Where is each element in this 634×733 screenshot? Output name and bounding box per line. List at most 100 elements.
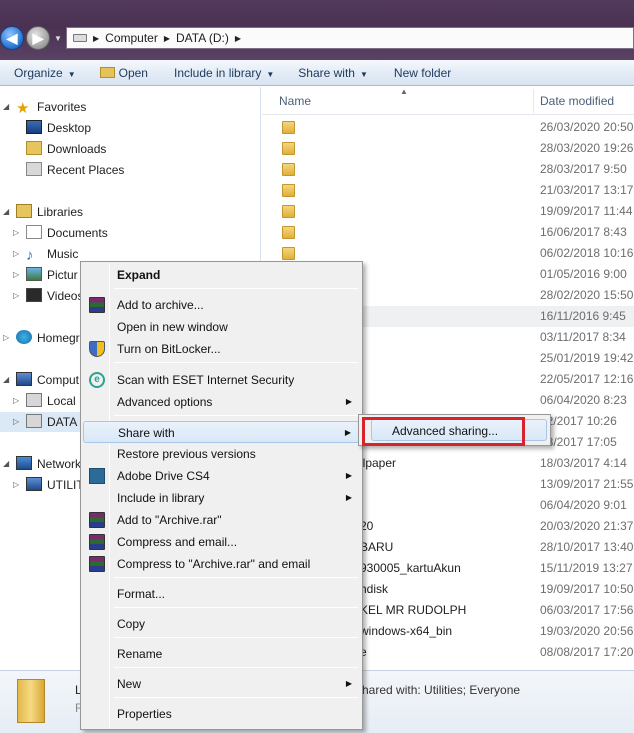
menu-label: Copy [117, 617, 146, 631]
file-date-modified: 15/11/2019 13:27 [540, 561, 633, 575]
file-row[interactable]: 21/03/2017 13:17 [262, 180, 634, 201]
menu-item-scan-eset[interactable]: e Scan with ESET Internet Security [83, 369, 360, 391]
menu-item-add-to-archive[interactable]: Add to archive... [83, 294, 360, 316]
menu-item-new[interactable]: New ▶ [83, 673, 360, 695]
expanded-arrow-icon[interactable]: ◢ [3, 202, 9, 222]
breadcrumb-chevron-icon[interactable]: ▶ [164, 34, 170, 43]
nav-utilities[interactable]: ▷ UTILIT [13, 475, 84, 495]
expanded-arrow-icon[interactable]: ◢ [3, 454, 9, 474]
file-name: BARU [360, 540, 394, 554]
collapsed-arrow-icon[interactable]: ▷ [13, 244, 19, 264]
music-note-icon: ♪ [26, 247, 34, 264]
back-button[interactable]: ◀ [0, 26, 24, 50]
nav-label: DATA [47, 415, 78, 429]
nav-homegroup[interactable]: ▷ Homegr [3, 328, 80, 348]
nav-videos[interactable]: ▷ Videos [13, 286, 83, 306]
pictures-icon [26, 267, 42, 281]
expanded-arrow-icon[interactable]: ◢ [3, 97, 9, 117]
nav-network[interactable]: ◢ Network [3, 454, 81, 474]
menu-item-include-in-library[interactable]: Include in library ▶ [83, 487, 360, 509]
menu-item-expand[interactable]: Expand [83, 264, 360, 286]
open-button[interactable]: Open [94, 60, 154, 86]
nav-computer[interactable]: ◢ Comput [3, 370, 79, 390]
nav-label: Libraries [37, 205, 84, 219]
command-bar: Organize ▼ Open Include in library ▼ Share… [0, 60, 634, 86]
menu-label: Format... [117, 587, 166, 601]
submenu-arrow-icon: ▶ [345, 471, 352, 480]
file-date-modified: 08/08/2017 17:20 [540, 645, 634, 659]
new-folder-button[interactable]: New folder [388, 60, 457, 86]
nav-downloads[interactable]: Downloads [26, 139, 106, 159]
nav-local-disk[interactable]: ▷ Local I [13, 391, 83, 411]
nav-music[interactable]: ▷ ♪ Music [13, 244, 78, 264]
menu-item-rename[interactable]: Rename [83, 643, 360, 665]
menu-label: New [117, 677, 142, 691]
collapsed-arrow-icon[interactable]: ▷ [13, 265, 19, 285]
expanded-arrow-icon[interactable]: ◢ [3, 370, 9, 390]
menu-item-adobe-drive[interactable]: Adobe Drive CS4 ▶ [83, 465, 360, 487]
menu-label: Open in new window [117, 320, 228, 334]
breadcrumb-data-drive[interactable]: DATA (D:) [176, 31, 229, 45]
breadcrumb-computer[interactable]: Computer [105, 31, 158, 45]
forward-button[interactable]: ▶ [26, 26, 50, 50]
drive-icon [73, 34, 87, 42]
file-row[interactable]: 28/03/2017 9:50 [262, 159, 634, 180]
videos-icon [26, 288, 42, 302]
menu-item-advanced-options[interactable]: Advanced options ▶ [83, 391, 360, 413]
menu-item-restore-previous[interactable]: Restore previous versions [83, 443, 360, 465]
file-date-modified: 20/03/2020 21:37 [540, 519, 634, 533]
collapsed-arrow-icon[interactable]: ▷ [13, 286, 19, 306]
sort-ascending-icon: ▲ [400, 87, 408, 96]
collapsed-arrow-icon[interactable]: ▷ [13, 412, 19, 432]
file-name: hdisk [360, 582, 389, 596]
menu-item-open-new-window[interactable]: Open in new window [83, 316, 360, 338]
folder-open-icon [99, 66, 115, 78]
file-row[interactable]: 26/03/2020 20:50 [262, 117, 634, 138]
menu-item-copy[interactable]: Copy [83, 613, 360, 635]
include-in-library-button[interactable]: Include in library ▼ [168, 60, 280, 86]
menu-item-properties[interactable]: Properties [83, 703, 360, 725]
breadcrumb-chevron-icon[interactable]: ▶ [235, 34, 241, 43]
menu-item-compress-email[interactable]: Compress and email... [83, 531, 360, 553]
file-date-modified: 01/05/2016 9:00 [540, 267, 627, 281]
documents-icon [26, 225, 42, 239]
collapsed-arrow-icon[interactable]: ▷ [3, 328, 9, 348]
column-divider[interactable] [533, 89, 534, 113]
file-date-modified: 16/11/2016 9:45 [540, 309, 626, 323]
share-with-button[interactable]: Share with ▼ [292, 60, 374, 86]
eset-icon: e [89, 372, 105, 388]
menu-item-share-with[interactable]: Share with ▶ [83, 421, 360, 443]
nav-favorites[interactable]: ◢ ★ Favorites [3, 97, 86, 117]
column-name[interactable]: Name [279, 94, 311, 108]
nav-recent-places[interactable]: Recent Places [26, 160, 124, 180]
nav-data-drive[interactable]: ▷ DATA [13, 412, 78, 432]
menu-separator [114, 697, 358, 698]
collapsed-arrow-icon[interactable]: ▷ [13, 475, 19, 495]
menu-label: Properties [117, 707, 172, 721]
highlight-annotation-box [362, 417, 525, 446]
address-field[interactable]: ▶ Computer ▶ DATA (D:) ▶ [66, 27, 634, 49]
nav-libraries[interactable]: ◢ Libraries [3, 202, 84, 222]
nav-label: Local I [47, 394, 83, 408]
file-date-modified: 28/03/2020 19:26 [540, 141, 634, 155]
file-row[interactable]: 16/06/2017 8:43 [262, 222, 634, 243]
network-icon [16, 456, 32, 470]
computer-icon [26, 477, 42, 491]
breadcrumb-chevron-icon[interactable]: ▶ [93, 34, 99, 43]
file-row[interactable]: 28/03/2020 19:26 [262, 138, 634, 159]
file-row[interactable]: 19/09/2017 11:44 [262, 201, 634, 222]
folder-large-icon [17, 679, 45, 723]
file-date-modified: 18/03/2017 4:14 [540, 456, 627, 470]
nav-desktop[interactable]: Desktop [26, 118, 91, 138]
menu-item-add-to-archive-rar[interactable]: Add to "Archive.rar" [83, 509, 360, 531]
menu-item-format[interactable]: Format... [83, 583, 360, 605]
nav-pictures[interactable]: ▷ Pictur [13, 265, 78, 285]
menu-item-compress-rar-email[interactable]: Compress to "Archive.rar" and email [83, 553, 360, 575]
column-date-modified[interactable]: Date modified [540, 94, 614, 108]
organize-button[interactable]: Organize ▼ [8, 60, 82, 86]
menu-item-turn-on-bitlocker[interactable]: Turn on BitLocker... [83, 338, 360, 360]
collapsed-arrow-icon[interactable]: ▷ [13, 223, 19, 243]
recent-pages-chevron-icon[interactable]: ▼ [54, 34, 62, 43]
collapsed-arrow-icon[interactable]: ▷ [13, 391, 19, 411]
nav-documents[interactable]: ▷ Documents [13, 223, 108, 243]
